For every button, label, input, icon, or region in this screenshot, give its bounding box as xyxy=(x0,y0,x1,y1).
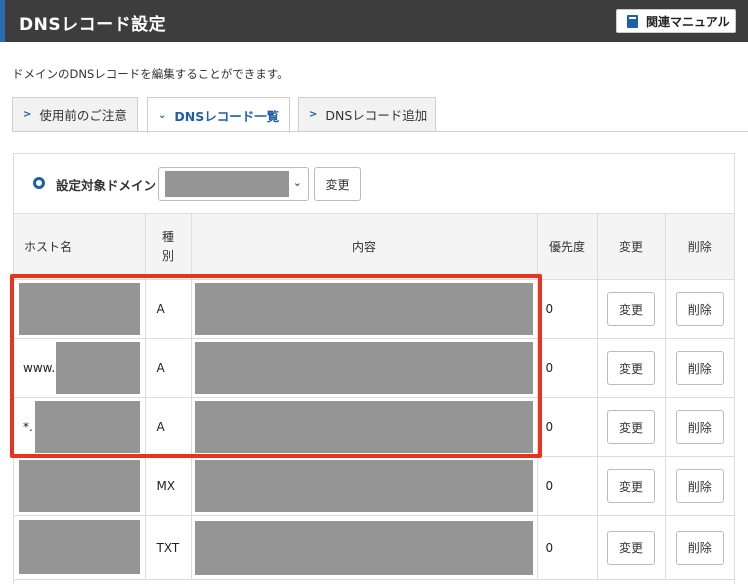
redacted-host xyxy=(56,342,140,394)
tab-label: 使用前のご注意 xyxy=(39,108,127,123)
radio-icon xyxy=(33,177,45,189)
redacted-domain-value xyxy=(165,171,289,197)
dns-record-table: ホスト名 種別 内容 優先度 変更 削除 A 0 変更 削除 www. A 0 … xyxy=(14,213,734,580)
redacted-content xyxy=(194,460,533,512)
change-domain-button[interactable]: 変更 xyxy=(314,167,361,201)
redacted-host xyxy=(19,520,140,574)
redacted-content xyxy=(194,283,533,335)
related-manual-label: 関連マニュアル xyxy=(646,14,730,29)
delete-button[interactable]: 削除 xyxy=(675,410,724,444)
delete-button[interactable]: 削除 xyxy=(675,351,724,385)
top-bar: DNSレコード設定 関連マニュアル xyxy=(0,0,748,42)
edit-cell: 変更 xyxy=(596,397,666,457)
tab-precautions[interactable]: > 使用前のご注意 xyxy=(12,97,138,131)
top-bar-accent xyxy=(0,0,5,42)
priority-cell: 0 xyxy=(536,279,598,339)
host-cell: www. xyxy=(14,338,146,398)
type-cell: A xyxy=(144,338,192,398)
delete-button[interactable]: 削除 xyxy=(675,530,724,565)
delete-cell: 削除 xyxy=(664,338,734,398)
type-cell: MX xyxy=(144,456,192,516)
tab-label: DNSレコード追加 xyxy=(325,108,428,123)
delete-cell: 削除 xyxy=(664,279,734,339)
chevron-right-icon: > xyxy=(23,109,32,120)
host-cell: *. xyxy=(14,397,146,457)
host-cell xyxy=(14,456,146,516)
delete-button[interactable]: 削除 xyxy=(675,292,724,326)
tab-dns-record-add[interactable]: > DNSレコード追加 xyxy=(298,97,436,131)
edit-button[interactable]: 変更 xyxy=(607,292,655,326)
host-cell xyxy=(14,515,146,580)
type-cell: TXT xyxy=(144,515,192,580)
related-manual-button[interactable]: 関連マニュアル xyxy=(616,9,736,33)
content-cell xyxy=(190,279,538,339)
priority-cell: 0 xyxy=(536,515,598,580)
chevron-down-icon: ⌄ xyxy=(158,110,167,121)
header-content: 内容 xyxy=(190,213,538,280)
table-row: TXT 0 変更 削除 xyxy=(14,515,734,580)
content-cell xyxy=(190,456,538,516)
redacted-content xyxy=(194,342,533,394)
host-prefix: *. xyxy=(23,420,33,434)
header-delete: 削除 xyxy=(664,213,734,280)
page-title: DNSレコード設定 xyxy=(19,15,167,35)
redacted-host xyxy=(35,401,140,453)
edit-cell: 変更 xyxy=(596,279,666,339)
dns-record-panel: 設定対象ドメイン ⌄ 変更 ホスト名 種別 内容 優先度 変更 削除 A 0 変… xyxy=(13,153,735,584)
edit-cell: 変更 xyxy=(596,338,666,398)
content-cell xyxy=(190,515,538,580)
content-cell xyxy=(190,338,538,398)
tab-label: DNSレコード一覧 xyxy=(174,109,280,124)
delete-cell: 削除 xyxy=(664,397,734,457)
redacted-host xyxy=(19,283,140,335)
edit-cell: 変更 xyxy=(596,515,666,580)
header-host: ホスト名 xyxy=(14,213,146,280)
delete-button[interactable]: 削除 xyxy=(675,469,724,503)
content-cell xyxy=(190,397,538,457)
type-cell: A xyxy=(144,279,192,339)
edit-button[interactable]: 変更 xyxy=(607,351,655,385)
tab-divider xyxy=(12,131,748,132)
delete-cell: 削除 xyxy=(664,515,734,580)
header-edit: 変更 xyxy=(596,213,666,280)
domain-selector-row: 設定対象ドメイン ⌄ 変更 xyxy=(14,154,734,213)
priority-cell: 0 xyxy=(536,456,598,516)
table-row: www. A 0 変更 削除 xyxy=(14,338,734,398)
table-row: *. A 0 変更 削除 xyxy=(14,397,734,457)
header-priority: 優先度 xyxy=(536,213,598,280)
domain-selector-label: 設定対象ドメイン xyxy=(56,178,157,193)
table-row: A 0 変更 削除 xyxy=(14,279,734,339)
edit-button[interactable]: 変更 xyxy=(607,410,655,444)
priority-cell: 0 xyxy=(536,397,598,457)
tab-dns-record-list[interactable]: ⌄ DNSレコード一覧 xyxy=(147,97,290,133)
type-cell: A xyxy=(144,397,192,457)
header-type-label: 種別 xyxy=(162,229,175,263)
redacted-host xyxy=(19,460,140,512)
book-icon xyxy=(627,14,638,28)
delete-cell: 削除 xyxy=(664,456,734,516)
redacted-content xyxy=(194,401,533,453)
priority-cell: 0 xyxy=(536,338,598,398)
edit-button[interactable]: 変更 xyxy=(607,530,655,565)
header-type: 種別 xyxy=(144,213,192,280)
host-cell xyxy=(14,279,146,339)
domain-select[interactable]: ⌄ xyxy=(158,167,309,201)
host-prefix: www. xyxy=(23,361,56,375)
edit-cell: 変更 xyxy=(596,456,666,516)
page-description: ドメインのDNSレコードを編集することができます。 xyxy=(12,67,289,81)
edit-button[interactable]: 変更 xyxy=(607,469,655,503)
chevron-right-icon: > xyxy=(309,109,318,120)
chevron-down-icon: ⌄ xyxy=(292,176,302,189)
redacted-content xyxy=(194,520,533,575)
table-row: MX 0 変更 削除 xyxy=(14,456,734,516)
table-header-row: ホスト名 種別 内容 優先度 変更 削除 xyxy=(14,213,734,280)
